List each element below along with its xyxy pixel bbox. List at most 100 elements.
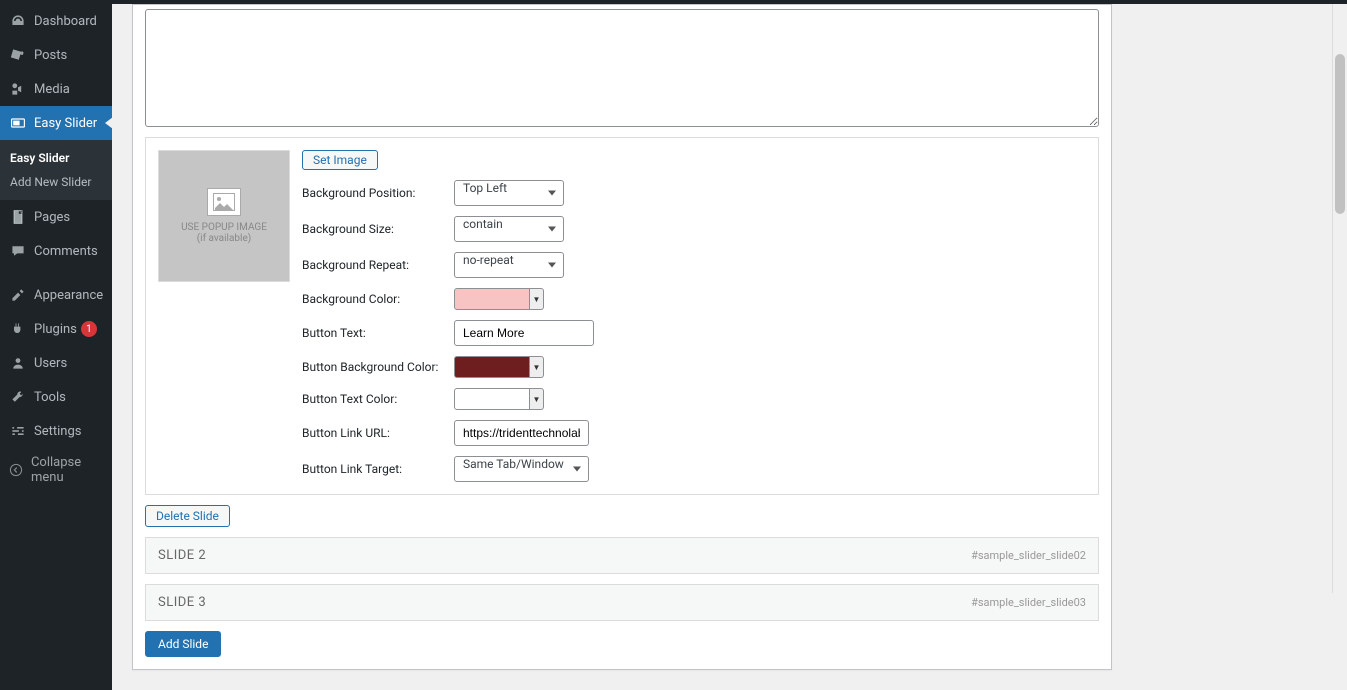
slide-header-title: SLIDE 3 [158, 595, 206, 610]
tools-icon [8, 387, 28, 407]
field-label: Button Link Target: [302, 462, 454, 476]
color-swatch [454, 356, 530, 378]
field-label: Background Color: [302, 292, 454, 306]
sidebar-label: Tools [34, 390, 66, 405]
button-text-input[interactable] [454, 320, 594, 346]
slide-header-tag: #sample_slider_slide03 [971, 596, 1086, 609]
sidebar-submenu: Easy Slider Add New Slider [0, 140, 112, 200]
delete-slide-button[interactable]: Delete Slide [145, 505, 230, 527]
placeholder-line: USE POPUP IMAGE [181, 222, 267, 233]
field-bg-position: Background Position: Top Left [302, 180, 1086, 206]
slide-settings-box: USE POPUP IMAGE (if available) Set Image… [145, 137, 1099, 495]
field-label: Button Text Color: [302, 392, 454, 406]
sidebar-item-media[interactable]: Media [0, 72, 112, 106]
sidebar-label: Media [34, 82, 70, 97]
submenu-item-easy-slider[interactable]: Easy Slider [0, 146, 112, 170]
select-value: Top Left [454, 180, 564, 206]
sidebar-item-comments[interactable]: Comments [0, 234, 112, 268]
slide-2-header[interactable]: SLIDE 2 #sample_slider_slide02 [145, 537, 1099, 574]
button-link-url-input[interactable] [454, 420, 589, 446]
plugins-badge: 1 [81, 321, 97, 337]
main-content: USE POPUP IMAGE (if available) Set Image… [112, 0, 1347, 690]
users-icon [8, 353, 28, 373]
field-label: Button Background Color: [302, 360, 454, 374]
bg-color-picker[interactable]: ▼ [454, 288, 544, 310]
settings-icon [8, 421, 28, 441]
field-button-link-target: Button Link Target: Same Tab/Window [302, 456, 1086, 482]
slide-fields: Set Image Background Position: Top Left … [302, 150, 1086, 482]
pages-icon [8, 207, 28, 227]
set-image-button[interactable]: Set Image [302, 150, 378, 170]
plugins-icon [8, 319, 28, 339]
slide-content-textarea[interactable] [145, 9, 1099, 127]
field-button-link-url: Button Link URL: [302, 420, 1086, 446]
field-bg-repeat: Background Repeat: no-repeat [302, 252, 1086, 278]
bg-repeat-select[interactable]: no-repeat [454, 252, 564, 278]
submenu-item-add-new-slider[interactable]: Add New Slider [0, 170, 112, 194]
sidebar-item-appearance[interactable]: Appearance [0, 278, 112, 312]
sidebar-item-dashboard[interactable]: Dashboard [0, 4, 112, 38]
field-button-text: Button Text: [302, 320, 1086, 346]
bg-size-select[interactable]: contain [454, 216, 564, 242]
sidebar-item-users[interactable]: Users [0, 346, 112, 380]
image-icon [207, 188, 241, 216]
field-button-bg-color: Button Background Color: ▼ [302, 356, 1086, 378]
sidebar-item-settings[interactable]: Settings [0, 414, 112, 448]
sidebar-item-posts[interactable]: Posts [0, 38, 112, 72]
slide-header-title: SLIDE 2 [158, 548, 206, 563]
sidebar-label: Users [34, 356, 67, 371]
color-swatch [454, 288, 530, 310]
sidebar-item-pages[interactable]: Pages [0, 200, 112, 234]
sidebar-label: Posts [34, 48, 67, 63]
add-slide-button[interactable]: Add Slide [145, 631, 221, 657]
sidebar-label: Comments [34, 244, 98, 259]
comments-icon [8, 241, 28, 261]
sidebar-item-tools[interactable]: Tools [0, 380, 112, 414]
scrollbar[interactable] [1332, 4, 1347, 593]
sidebar-label: Plugins [34, 322, 77, 337]
select-value: contain [454, 216, 564, 242]
field-bg-color: Background Color: ▼ [302, 288, 1086, 310]
bg-position-select[interactable]: Top Left [454, 180, 564, 206]
scrollbar-thumb[interactable] [1335, 54, 1345, 214]
button-bg-color-picker[interactable]: ▼ [454, 356, 544, 378]
field-label: Background Repeat: [302, 258, 454, 272]
button-text-color-picker[interactable]: ▼ [454, 388, 544, 410]
sidebar-label: Settings [34, 424, 81, 439]
slider-settings-panel: USE POPUP IMAGE (if available) Set Image… [132, 4, 1112, 670]
slide-image-placeholder[interactable]: USE POPUP IMAGE (if available) [158, 150, 290, 282]
slide-header-tag: #sample_slider_slide02 [971, 549, 1086, 562]
dashboard-icon [8, 11, 28, 31]
appearance-icon [8, 285, 28, 305]
sidebar-item-plugins[interactable]: Plugins 1 [0, 312, 112, 346]
field-label: Button Link URL: [302, 426, 454, 440]
admin-sidebar: Dashboard Posts Media Easy Slider Easy S… [0, 0, 112, 690]
posts-icon [8, 45, 28, 65]
chevron-down-icon: ▼ [530, 288, 544, 310]
admin-topbar [0, 0, 1347, 4]
sidebar-label: Appearance [34, 288, 103, 303]
field-button-text-color: Button Text Color: ▼ [302, 388, 1086, 410]
color-swatch [454, 388, 530, 410]
field-bg-size: Background Size: contain [302, 216, 1086, 242]
placeholder-line: (if available) [181, 233, 267, 244]
slide-3-header[interactable]: SLIDE 3 #sample_slider_slide03 [145, 584, 1099, 621]
slider-icon [8, 113, 28, 133]
sidebar-label: Dashboard [34, 14, 97, 29]
sidebar-label: Easy Slider [34, 116, 97, 131]
field-label: Background Size: [302, 222, 454, 236]
placeholder-text: USE POPUP IMAGE (if available) [181, 222, 267, 244]
field-label: Background Position: [302, 186, 454, 200]
select-value: Same Tab/Window [454, 456, 589, 482]
field-label: Button Text: [302, 326, 454, 340]
sidebar-label: Pages [34, 210, 70, 225]
chevron-down-icon: ▼ [530, 388, 544, 410]
select-value: no-repeat [454, 252, 564, 278]
media-icon [8, 79, 28, 99]
sidebar-item-easy-slider[interactable]: Easy Slider [0, 106, 112, 140]
sidebar-item-collapse[interactable]: Collapse menu [0, 448, 112, 492]
collapse-icon [8, 460, 25, 480]
button-link-target-select[interactable]: Same Tab/Window [454, 456, 589, 482]
sidebar-label: Collapse menu [31, 455, 104, 485]
chevron-down-icon: ▼ [530, 356, 544, 378]
